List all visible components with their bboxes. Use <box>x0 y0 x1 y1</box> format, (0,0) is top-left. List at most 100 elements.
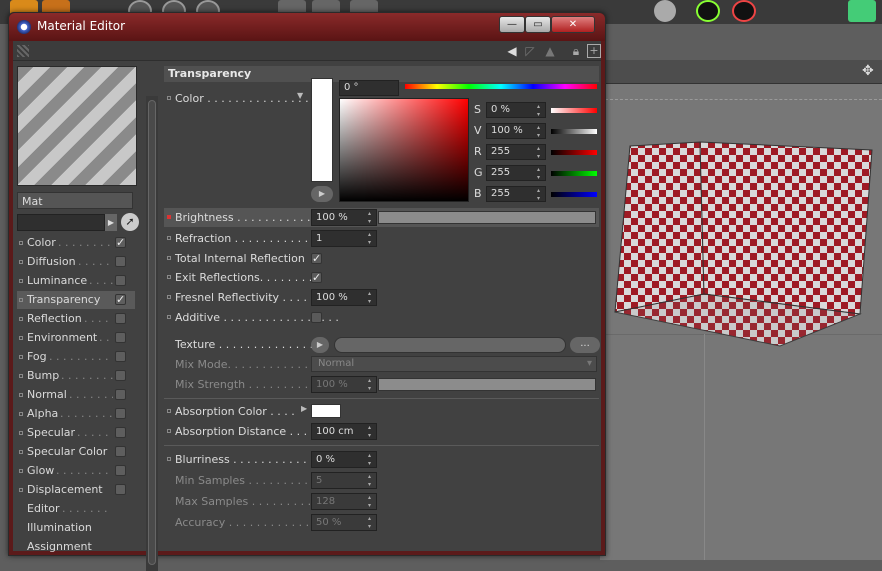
exit-reflections-checkbox[interactable]: ✓ <box>311 272 322 283</box>
channel-item[interactable]: Specular Color <box>17 443 135 461</box>
color-channel-field[interactable]: 100 % <box>486 123 546 140</box>
channel-checkbox[interactable]: ✓ <box>115 237 126 248</box>
channel-checkbox[interactable] <box>115 465 126 476</box>
channel-item[interactable]: Alpha. . . . . . . . . . <box>17 405 135 423</box>
brightness-field[interactable]: 100 % <box>311 209 377 226</box>
hue-slider[interactable] <box>405 84 597 89</box>
material-filter-input[interactable] <box>17 214 105 231</box>
channel-item[interactable]: Glow. . . . . . . . . . . <box>17 462 135 480</box>
texture-menu-button[interactable]: ▶ <box>311 337 329 353</box>
texture-field[interactable] <box>334 337 566 353</box>
material-name-field[interactable]: Mat <box>17 192 133 209</box>
color-channel-slider[interactable] <box>551 129 597 134</box>
blurriness-field[interactable]: 0 % <box>311 451 377 468</box>
material-preview[interactable] <box>17 66 137 186</box>
animate-dot-icon[interactable] <box>167 215 171 219</box>
animate-dot-icon[interactable] <box>167 409 171 413</box>
absorption-color-swatch[interactable] <box>311 404 341 418</box>
color-channel-field[interactable]: 0 % <box>486 102 546 119</box>
toolbar-light-icon[interactable] <box>654 0 676 22</box>
toolbar-script-icon[interactable] <box>696 0 720 22</box>
animate-dot-icon[interactable] <box>167 236 171 240</box>
color-channel-slider[interactable] <box>551 108 597 113</box>
channel-item[interactable]: Fog. . . . . . . . . . . . <box>17 348 135 366</box>
channel-checkbox[interactable] <box>115 484 126 495</box>
color-presets-button[interactable]: ▶ <box>311 186 333 202</box>
color-channel-field[interactable]: 255 <box>486 165 546 182</box>
brightness-slider[interactable] <box>378 211 596 224</box>
toolbar-object-icon[interactable] <box>848 0 876 22</box>
channel-item[interactable]: Normal. . . . . . . . . <box>17 386 135 404</box>
toolbar-script-icon[interactable] <box>732 0 756 22</box>
mix-strength-field[interactable]: 100 % <box>311 376 377 393</box>
channel-checkbox[interactable] <box>115 351 126 362</box>
channel-checkbox[interactable] <box>115 408 126 419</box>
animate-dot-icon[interactable] <box>167 429 171 433</box>
minimize-button[interactable]: — <box>499 16 525 33</box>
channel-item[interactable]: Diffusion. . . . . . . . . <box>17 253 135 271</box>
color-swatch[interactable] <box>311 78 333 182</box>
checker-cube[interactable] <box>610 134 880 354</box>
channel-checkbox[interactable] <box>115 256 126 267</box>
total-internal-reflection-checkbox[interactable]: ✓ <box>311 253 322 264</box>
channel-item[interactable]: Editor. . . . . . . <box>17 500 135 518</box>
mix-strength-slider[interactable] <box>378 378 596 391</box>
channel-checkbox[interactable]: ✓ <box>115 294 126 305</box>
color-channel-slider[interactable] <box>551 150 597 155</box>
animate-dot-icon[interactable] <box>167 96 171 100</box>
color-channel-field[interactable]: 255 <box>486 186 546 203</box>
animate-dot-icon[interactable] <box>167 457 171 461</box>
hue-field[interactable]: 0 ° <box>339 80 399 96</box>
channel-checkbox[interactable] <box>115 370 126 381</box>
channel-item[interactable]: Color. . . . . . . . . .✓ <box>17 234 135 252</box>
channel-checkbox[interactable] <box>115 427 126 438</box>
channel-checkbox[interactable] <box>115 332 126 343</box>
refraction-field[interactable]: 1 <box>311 230 377 247</box>
channel-checkbox[interactable] <box>115 313 126 324</box>
additive-checkbox[interactable] <box>311 312 322 323</box>
animate-dot-icon[interactable] <box>167 256 171 260</box>
channel-item[interactable]: Displacement <box>17 481 135 499</box>
channel-checkbox[interactable] <box>115 275 126 286</box>
lock-icon[interactable]: 🔒︎ <box>569 44 583 58</box>
channel-item[interactable]: Illumination <box>17 519 135 537</box>
filter-arrow-icon[interactable]: ▶ <box>105 214 117 231</box>
new-panel-icon[interactable]: + <box>587 44 601 58</box>
animate-dot-icon[interactable] <box>167 295 171 299</box>
min-samples-field[interactable]: 5 <box>311 472 377 489</box>
channel-checkbox[interactable] <box>115 389 126 400</box>
scrollbar-thumb[interactable] <box>148 100 156 565</box>
channel-checkbox[interactable] <box>115 446 126 457</box>
forward-arrow-icon[interactable]: ◸ <box>523 44 537 58</box>
close-button[interactable]: ✕ <box>551 16 595 33</box>
move-icon[interactable]: ✥ <box>862 63 874 79</box>
back-arrow-icon[interactable]: ◀ <box>505 44 519 58</box>
channel-item[interactable]: Bump. . . . . . . . . . . <box>17 367 135 385</box>
color-channel-field[interactable]: 255 <box>486 144 546 161</box>
viewport[interactable] <box>600 84 882 560</box>
animate-dot-icon[interactable] <box>167 275 171 279</box>
color-channel-slider[interactable] <box>551 171 597 176</box>
channel-item[interactable]: Luminance. . . . . . . <box>17 272 135 290</box>
pick-cursor-icon[interactable]: ➚ <box>121 213 139 231</box>
saturation-value-picker[interactable] <box>339 98 469 202</box>
channel-scrollbar[interactable] <box>146 96 158 571</box>
channel-item[interactable]: Transparency ✓ <box>17 291 135 309</box>
channel-item[interactable]: Reflection. . . . . . . <box>17 310 135 328</box>
texture-browse-button[interactable]: ... <box>570 337 600 353</box>
channel-item[interactable]: Assignment <box>17 538 135 556</box>
maximize-button[interactable]: ▭ <box>525 16 551 33</box>
accuracy-field[interactable]: 50 % <box>311 514 377 531</box>
mix-mode-dropdown[interactable]: Normal <box>311 356 597 372</box>
animate-dot-icon[interactable] <box>167 315 171 319</box>
up-arrow-icon[interactable]: ▲ <box>543 44 557 58</box>
color-channel-slider[interactable] <box>551 192 597 197</box>
grip-handle-icon[interactable] <box>17 45 29 57</box>
channel-item[interactable]: Specular. . . . . . . <box>17 424 135 442</box>
expand-arrow-icon[interactable]: ▶ <box>301 399 307 418</box>
channel-item[interactable]: Environment. . . . <box>17 329 135 347</box>
expand-arrow-icon[interactable]: ▼ <box>297 86 303 105</box>
fresnel-field[interactable]: 100 % <box>311 289 377 306</box>
max-samples-field[interactable]: 128 <box>311 493 377 510</box>
title-bar[interactable]: Material Editor — ▭ ✕ <box>9 13 605 41</box>
